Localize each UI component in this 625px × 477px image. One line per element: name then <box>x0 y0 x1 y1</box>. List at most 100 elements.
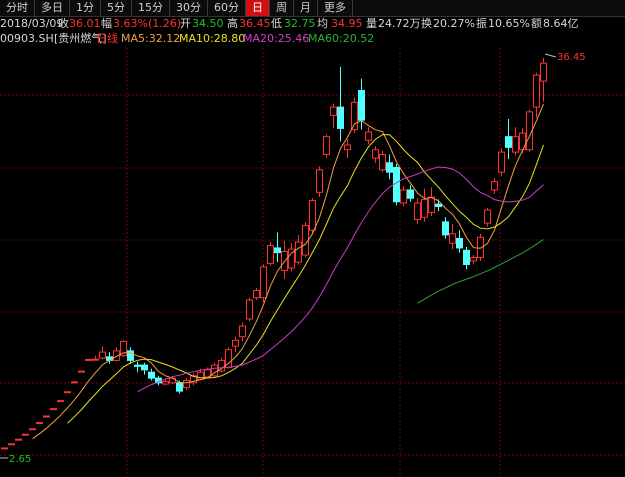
tab-4[interactable]: 15分 <box>132 0 170 16</box>
amount-label: 额 <box>531 17 542 30</box>
candle-down <box>127 350 134 361</box>
tab-6[interactable]: 60分 <box>208 0 246 16</box>
candle-up <box>414 202 421 221</box>
ma10-line <box>67 134 544 424</box>
amplitude-value: 10.65% <box>488 17 530 30</box>
candle-up <box>92 358 99 361</box>
tab-9[interactable]: 月 <box>294 0 318 16</box>
candle-up <box>64 391 71 394</box>
candle-up <box>78 370 85 373</box>
period-label[interactable]: 日线 <box>96 31 118 46</box>
candle-up <box>512 136 519 153</box>
avg-value: 34.95 <box>331 17 363 30</box>
change-value: 3.63%(1.26) <box>113 17 182 30</box>
open-label: 开 <box>180 17 191 30</box>
stock-code: 00903.SH <box>0 32 54 45</box>
candle-up <box>400 189 407 204</box>
volume-value: 24.72万 <box>378 17 421 30</box>
turnover-label: 换 <box>421 17 432 30</box>
candle-up <box>519 132 526 151</box>
tab-8[interactable]: 周 <box>270 0 294 16</box>
candle-up <box>1 447 8 450</box>
high-value: 36.45 <box>239 17 271 30</box>
tab-5[interactable]: 30分 <box>170 0 208 16</box>
candle-up <box>43 415 50 418</box>
candle-up <box>232 339 239 347</box>
ma5-label: MA5:32.12 <box>121 32 181 45</box>
candle-down <box>435 203 442 208</box>
candle-up <box>540 62 547 82</box>
volume-label: 量 <box>366 17 377 30</box>
tab-2[interactable]: 1分 <box>70 0 101 16</box>
ma20-line <box>137 166 544 393</box>
max-pointer <box>544 53 557 58</box>
candle-down <box>456 237 463 249</box>
low-value: 32.75 <box>284 17 316 30</box>
candle-up <box>85 358 92 361</box>
candle-down <box>134 364 141 367</box>
candle-up <box>309 200 316 231</box>
candle-down <box>505 136 512 148</box>
candle-up <box>428 196 435 213</box>
tab-3[interactable]: 5分 <box>101 0 132 16</box>
low-label: 低 <box>271 17 282 30</box>
candle-up <box>449 233 456 244</box>
candle-up <box>295 241 302 263</box>
ma60-label: MA60:20.52 <box>308 32 375 45</box>
candle-up <box>491 181 498 191</box>
change-label: 幅 <box>101 17 112 30</box>
candle-up <box>8 443 15 446</box>
open-value: 34.50 <box>192 17 224 30</box>
candle-up <box>498 151 505 173</box>
candle-up <box>71 381 78 384</box>
candle-up <box>99 351 106 359</box>
ma10-label: MA10:28.80 <box>179 32 246 45</box>
close-label: 收 <box>58 17 69 30</box>
candle-up <box>365 131 372 141</box>
candle-up <box>484 209 491 224</box>
candle-down <box>141 364 148 371</box>
candle-up <box>533 74 540 108</box>
candle-up <box>330 106 337 116</box>
quote-info-bar: 2018/03/09 收 36.01 幅 3.63%(1.26) 开 34.50… <box>0 16 625 31</box>
candle-up <box>421 198 428 218</box>
amplitude-label: 振 <box>476 17 487 30</box>
amount-value: 8.64亿 <box>543 17 579 30</box>
candle-up <box>316 169 323 193</box>
candle-up <box>470 256 477 262</box>
turnover-value: 20.27% <box>433 17 475 30</box>
candle-up <box>239 325 246 338</box>
candle-down <box>393 166 400 203</box>
candle-up <box>57 400 64 403</box>
candlestick-chart: 36.45 2.65 <box>0 48 625 477</box>
candle-up <box>36 422 43 425</box>
candle-down <box>386 162 393 173</box>
candle-up <box>162 381 169 385</box>
candle-up <box>344 144 351 151</box>
tab-10[interactable]: 更多 <box>318 0 353 16</box>
tab-7[interactable]: 日 <box>246 0 270 16</box>
candle-down <box>463 249 470 266</box>
min-price-label: 2.65 <box>9 454 31 465</box>
candle-up <box>351 101 358 131</box>
ma5-line <box>32 103 544 440</box>
tab-0[interactable]: 分时 <box>0 0 35 16</box>
candle-down <box>442 221 449 236</box>
candle-up <box>323 136 330 155</box>
candle-up <box>267 245 274 264</box>
candle-down <box>176 382 183 392</box>
candle-up <box>260 266 267 299</box>
candle-down <box>337 106 344 129</box>
candle-up <box>372 149 379 159</box>
candle-down <box>148 371 155 379</box>
candle-up <box>246 299 253 320</box>
candle-up <box>15 438 22 441</box>
candle-down <box>274 247 281 254</box>
period-tabs: 分时 多日 1分 5分 15分 30分 60分日周月更多 <box>0 0 625 17</box>
max-price-label: 36.45 <box>557 52 586 63</box>
candle-up <box>29 428 36 431</box>
candle-up <box>22 433 29 436</box>
avg-label: 均 <box>317 17 328 30</box>
tab-1[interactable]: 多日 <box>35 0 70 16</box>
candle-down <box>407 189 414 199</box>
